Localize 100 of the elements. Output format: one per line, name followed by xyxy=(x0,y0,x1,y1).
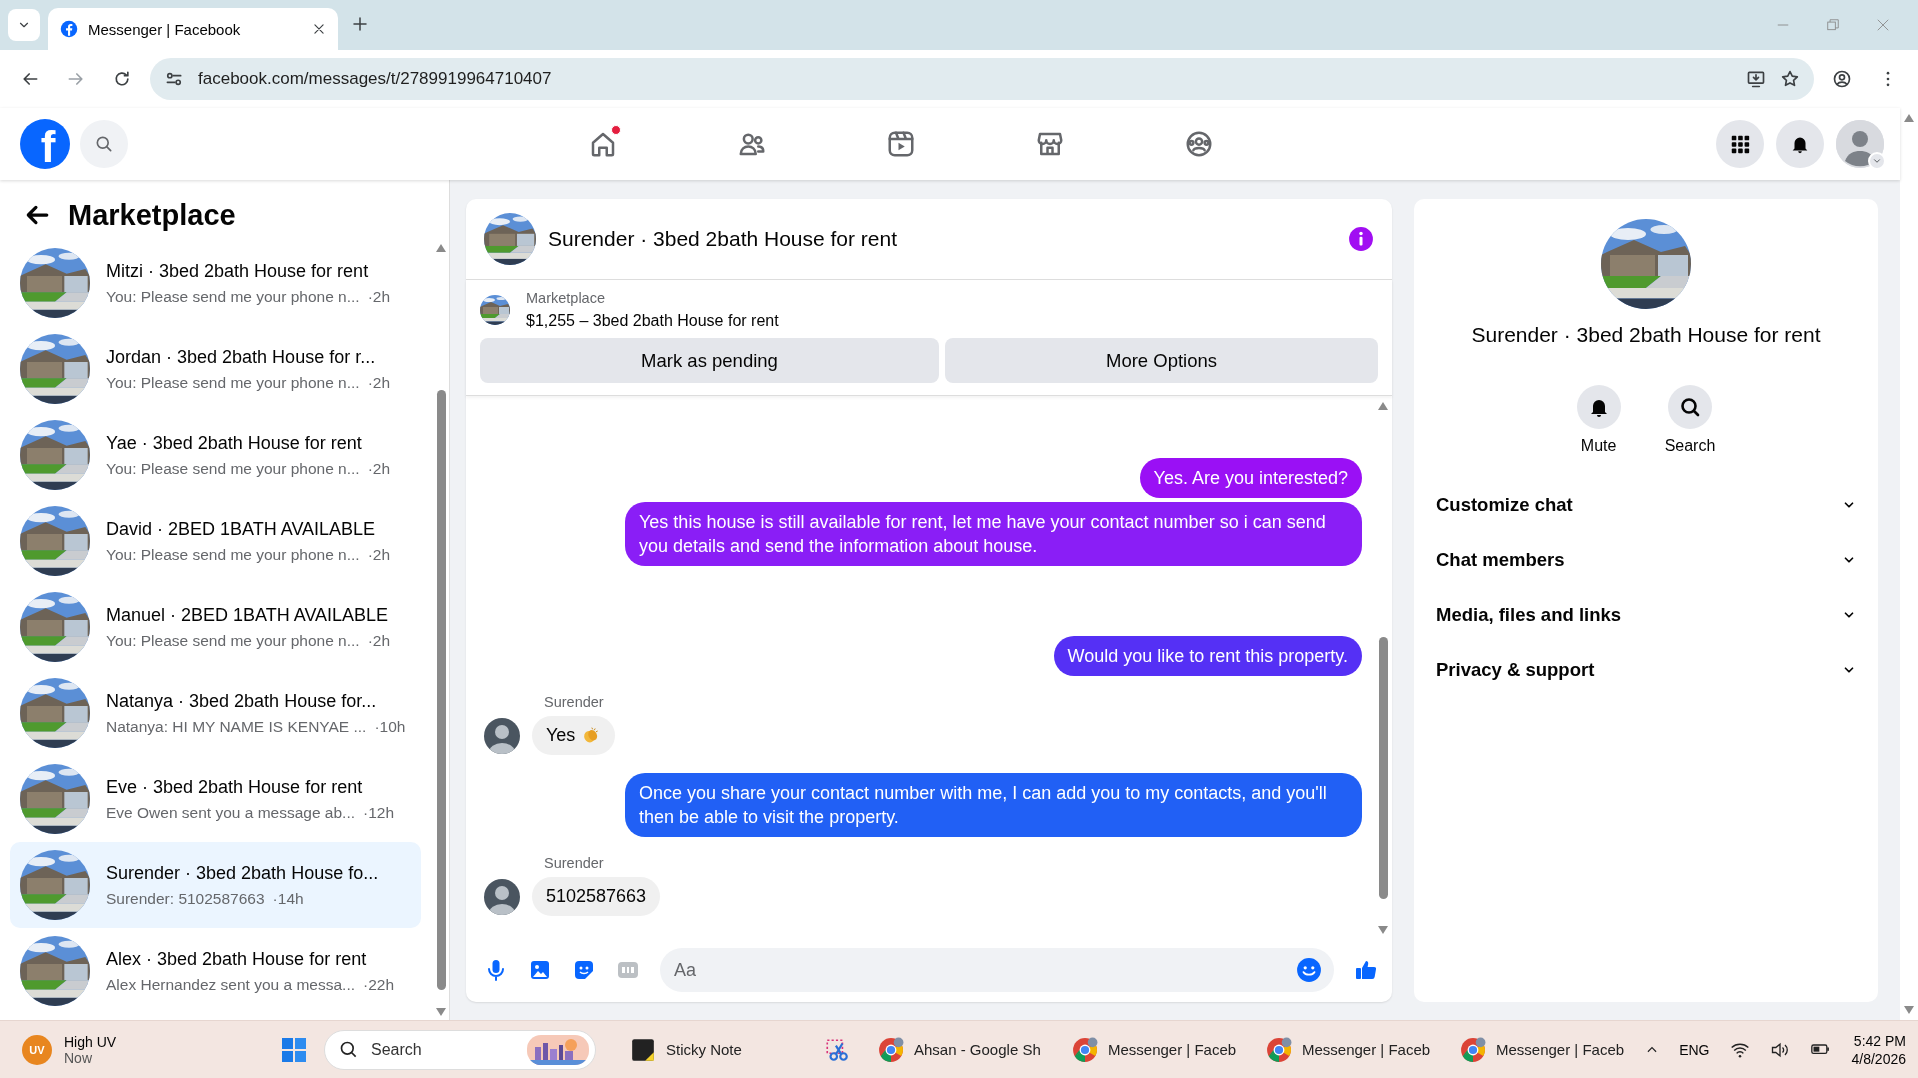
message-bubble: 5102587663 xyxy=(532,877,661,916)
weather-widget[interactable]: UV High UV Now xyxy=(22,1033,280,1066)
install-icon[interactable] xyxy=(1746,69,1766,89)
conversation-title: David · 2BED 1BATH AVAILABLE xyxy=(106,518,377,540)
message-preview: You: Please send me your phone n... xyxy=(106,373,360,392)
conversation-item[interactable]: Eve · 3bed 2bath House for rent Eve Owen sent you a message ab... ·12h xyxy=(10,756,421,842)
search-icon xyxy=(94,134,114,154)
browser-tab[interactable]: Messenger | Facebook xyxy=(48,8,338,50)
person-avatar xyxy=(484,878,520,915)
windows-start-icon[interactable] xyxy=(280,1035,308,1064)
conversation-title: Jordan · 3bed 2bath House for r... xyxy=(106,346,377,368)
message-time: ·12h xyxy=(363,803,395,822)
listing-label: Marketplace xyxy=(526,290,606,306)
notifications-button[interactable] xyxy=(1776,120,1824,168)
scroll-up-icon[interactable] xyxy=(1904,114,1914,122)
new-tab-icon[interactable] xyxy=(351,15,369,33)
grid-icon xyxy=(1729,133,1751,155)
taskbar-app[interactable]: Ahsan - Google Sh xyxy=(868,1025,1054,1074)
conversation-item[interactable]: Jordan · 3bed 2bath House for r... You: Please send me your phone n... ·2h xyxy=(10,326,421,412)
section-toggle[interactable]: Chat members xyxy=(1436,532,1856,587)
listing-title: $1,255 – 3bed 2bath House for rent xyxy=(526,312,779,330)
message-bubble: Once you share your contact number with me, I can add you to my contacts, and you'll then be able to visit the property. xyxy=(625,773,1362,837)
thumbs-up-icon xyxy=(1354,958,1378,982)
message-time: ·10h xyxy=(374,717,406,736)
listing-button[interactable]: Mark as pending xyxy=(480,338,939,383)
message-bubble: Would you like to rent this property. xyxy=(1053,636,1362,676)
message-preview: You: Please send me your phone n... xyxy=(106,631,360,650)
scroll-down-icon[interactable] xyxy=(1378,926,1388,934)
taskbar-app[interactable]: Messenger | Faceb xyxy=(1450,1025,1636,1074)
message-bubble: Yes this house is still available for rent, let me have your contact number so i can send you details and send the information about house. xyxy=(625,502,1362,566)
section-toggle[interactable]: Media, files and links xyxy=(1436,587,1856,642)
section-toggle[interactable]: Privacy & support xyxy=(1436,642,1856,697)
reload-icon[interactable] xyxy=(112,69,132,89)
scroll-thumb[interactable] xyxy=(436,390,446,990)
conversation-item[interactable]: Alex · 3bed 2bath House for rent Alex Hernandez sent you a messa... ·22h xyxy=(10,928,421,1014)
message-time: ·22h xyxy=(363,975,395,994)
info-icon[interactable] xyxy=(1348,226,1374,252)
conversation-title: Natanya · 3bed 2bath House for... xyxy=(106,690,378,712)
search-icon xyxy=(1678,395,1702,419)
taskbar-app[interactable]: Sticky Note xyxy=(620,1025,806,1074)
sender-name: Surender xyxy=(543,694,605,710)
scroll-down-icon[interactable] xyxy=(436,1008,446,1016)
sticky-note-icon xyxy=(630,1036,656,1063)
message-preview: Surender: 5102587663 xyxy=(106,889,265,908)
notification-dot xyxy=(610,125,621,135)
emoji-icon[interactable] xyxy=(1296,957,1322,983)
section-toggle[interactable]: Customize chat xyxy=(1436,477,1856,532)
close-icon[interactable] xyxy=(312,22,326,36)
person-avatar xyxy=(484,717,520,754)
facebook-logo[interactable]: f xyxy=(20,119,70,169)
message-preview: You: Please send me your phone n... xyxy=(106,287,360,306)
thumbs-up-button[interactable] xyxy=(1354,958,1378,982)
search-icon xyxy=(339,1039,359,1060)
scissors-icon xyxy=(824,1036,850,1063)
language-indicator[interactable]: ENG xyxy=(1679,1041,1710,1058)
conversation-item[interactable]: Yae · 3bed 2bath House for rent You: Please send me your phone n... ·2h xyxy=(10,412,421,498)
taskbar-search[interactable]: Search xyxy=(324,1029,596,1070)
profile-icon[interactable] xyxy=(1832,69,1852,89)
address-bar[interactable]: facebook.com/messages/t/2789919964710407 xyxy=(150,58,1814,100)
image-button[interactable] xyxy=(528,958,552,982)
taskbar-app[interactable]: Messenger | Faceb xyxy=(1256,1025,1442,1074)
conversation-item[interactable]: Surender · 3bed 2bath House fo... Surender: 5102587663 ·14h xyxy=(10,842,421,928)
chrome-icon xyxy=(1266,1036,1292,1063)
scroll-thumb[interactable] xyxy=(1378,637,1388,899)
clock[interactable]: 5:42 PM 4/8/2026 xyxy=(1851,1032,1906,1067)
message-preview: You: Please send me your phone n... xyxy=(106,459,360,478)
star-icon[interactable] xyxy=(1780,69,1800,89)
image-icon xyxy=(528,958,552,982)
sticker-icon xyxy=(572,958,596,982)
conversation-title: Yae · 3bed 2bath House for rent xyxy=(106,432,363,454)
scroll-up-icon[interactable] xyxy=(436,244,446,252)
message-time: ·2h xyxy=(367,287,391,306)
conversation-title: Alex · 3bed 2bath House for rent xyxy=(106,948,368,970)
conversation-item[interactable]: Natanya · 3bed 2bath House for... Natanya: HI MY NAME IS KENYAE ... ·10h xyxy=(10,670,421,756)
taskbar-app[interactable]: Messenger | Faceb xyxy=(1062,1025,1248,1074)
scroll-up-icon[interactable] xyxy=(1378,402,1388,410)
message-field[interactable]: Aa xyxy=(660,948,1334,992)
search-button[interactable] xyxy=(80,120,128,168)
sticker-button[interactable] xyxy=(572,958,596,982)
message-bubble: Yes xyxy=(532,716,616,755)
listing-button[interactable]: More Options xyxy=(945,338,1378,383)
message-time: ·2h xyxy=(367,545,391,564)
conversation-title: Manuel · 2BED 1BATH AVAILABLE xyxy=(106,604,390,626)
conversation-item[interactable]: Manuel · 2BED 1BATH AVAILABLE You: Please send me your phone n... ·2h xyxy=(10,584,421,670)
conversation-item[interactable]: Mitzi · 3bed 2bath House for rent You: Please send me your phone n... ·2h xyxy=(10,240,421,326)
conversation-title: Surender · 3bed 2bath House fo... xyxy=(106,862,379,884)
url-text: facebook.com/messages/t/2789919964710407 xyxy=(198,69,553,89)
caret-icon xyxy=(1872,156,1882,166)
message-bubble: Yes. Are you interested? xyxy=(1139,458,1362,498)
chrome-icon xyxy=(1460,1036,1486,1063)
chrome-icon xyxy=(1072,1036,1098,1063)
conversation-title: Mitzi · 3bed 2bath House for rent xyxy=(106,260,370,282)
avatar-icon xyxy=(1836,120,1884,168)
message-preview: Natanya: HI MY NAME IS KENYAE ... xyxy=(106,717,367,736)
message-time: ·14h xyxy=(272,889,304,908)
message-preview: You: Please send me your phone n... xyxy=(106,545,360,564)
scroll-down-icon[interactable] xyxy=(1904,1006,1914,1014)
apps-menu-button[interactable] xyxy=(1716,120,1764,168)
conversation-item[interactable]: David · 2BED 1BATH AVAILABLE You: Please send me your phone n... ·2h xyxy=(10,498,421,584)
profile-button[interactable] xyxy=(1836,120,1884,168)
